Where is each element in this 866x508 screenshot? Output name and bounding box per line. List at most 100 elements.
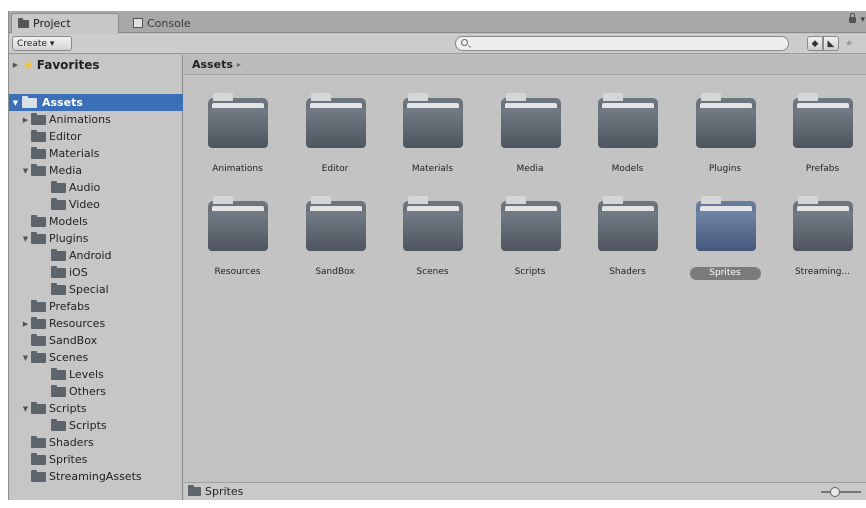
tree-item-label: Video: [69, 198, 100, 211]
folder-label: Resources: [214, 267, 261, 277]
tree-item-scenes[interactable]: ▼ Scenes: [9, 349, 183, 366]
tab-project-label: Project: [33, 17, 71, 30]
folder-icon: [51, 282, 66, 295]
tree-item-special[interactable]: Special: [9, 281, 183, 298]
search-by-type-icon: ◆: [811, 38, 819, 49]
folder-icon: [188, 485, 201, 496]
panel-menu-icon[interactable]: ▾: [860, 15, 865, 25]
tree-item-label: Audio: [69, 181, 101, 194]
tree-item-sandbox[interactable]: SandBox: [9, 332, 183, 349]
tab-console-label: Console: [147, 16, 191, 30]
folder-icon: [51, 180, 66, 193]
folder-icon: [31, 214, 46, 227]
tree-item-video[interactable]: Video: [9, 196, 183, 213]
search-input[interactable]: [455, 36, 789, 51]
folder-icon: [31, 163, 46, 176]
tree-item-label: Editor: [49, 130, 82, 143]
folder-item[interactable]: Shaders: [580, 181, 675, 291]
collapse-arrow-icon[interactable]: ▼: [11, 98, 20, 107]
folder-icon: [22, 95, 37, 108]
folder-icon: [18, 17, 29, 28]
zoom-slider[interactable]: [821, 487, 861, 497]
expand-arrow-icon[interactable]: ▶: [21, 319, 30, 328]
collapse-arrow-icon[interactable]: ▼: [21, 353, 30, 362]
favorites-section[interactable]: ▶ ★ Favorites: [9, 55, 183, 75]
folder-icon: [31, 231, 46, 244]
create-button-label: Create: [17, 38, 47, 49]
tree-item-levels[interactable]: Levels: [9, 366, 183, 383]
create-button[interactable]: Create ▾: [12, 36, 72, 51]
folder-icon: [31, 129, 46, 142]
collapse-arrow-icon[interactable]: ▼: [21, 404, 30, 413]
folder-icon: [31, 146, 46, 159]
folder-item[interactable]: Streaming...: [775, 181, 866, 291]
collapse-arrow-icon[interactable]: ▼: [21, 166, 30, 175]
folder-label: Media: [516, 164, 544, 174]
folder-icon: [31, 350, 46, 363]
folder-item[interactable]: Plugins: [678, 78, 773, 188]
tree-item-resources[interactable]: ▶ Resources: [9, 315, 183, 332]
tree-item-sprites[interactable]: Sprites: [9, 451, 183, 468]
folder-icon: [500, 196, 561, 251]
folder-item[interactable]: Editor: [288, 78, 383, 188]
folder-label: Prefabs: [805, 164, 840, 174]
tree-item-scripts[interactable]: ▼ Scripts: [9, 400, 183, 417]
folder-label: SandBox: [315, 267, 355, 277]
folder-item[interactable]: SandBox: [288, 181, 383, 291]
folder-item[interactable]: Resources: [190, 181, 285, 291]
folder-label: Materials: [411, 164, 454, 174]
folder-item[interactable]: Materials: [385, 78, 480, 188]
status-bar: Sprites: [184, 482, 866, 500]
expand-arrow-icon[interactable]: ▶: [21, 115, 30, 124]
folder-item[interactable]: Prefabs: [775, 78, 866, 188]
folder-icon: [793, 196, 853, 251]
folder-item[interactable]: Media: [483, 78, 578, 188]
folder-item[interactable]: Animations: [190, 78, 285, 188]
tab-project[interactable]: Project: [11, 13, 119, 33]
folder-item[interactable]: Scenes: [385, 181, 480, 291]
tree-item-android[interactable]: Android: [9, 247, 183, 264]
tree-item-media[interactable]: ▼ Media: [9, 162, 183, 179]
tree-item-prefabs[interactable]: Prefabs: [9, 298, 183, 315]
folder-icon: [305, 93, 366, 148]
tree-item-others[interactable]: Others: [9, 383, 183, 400]
expand-arrow-icon[interactable]: ▶: [11, 61, 20, 70]
tree-item-editor[interactable]: Editor: [9, 128, 183, 145]
zoom-slider-thumb[interactable]: [830, 487, 840, 497]
search-by-type-button[interactable]: ◆: [807, 36, 823, 51]
tree-item-label: Scripts: [69, 419, 107, 432]
folder-label: Scripts: [514, 267, 546, 277]
search-by-label-button[interactable]: ◣: [823, 36, 839, 51]
tree-item-ios[interactable]: iOS: [9, 264, 183, 281]
tree-item-shaders[interactable]: Shaders: [9, 434, 183, 451]
tree-item-animations[interactable]: ▶ Animations: [9, 111, 183, 128]
collapse-arrow-icon[interactable]: ▼: [21, 234, 30, 243]
search-icon: [461, 39, 468, 46]
tab-bar: Project Console ▾: [9, 11, 866, 33]
tree-item-assets[interactable]: ▼ Assets: [9, 94, 183, 111]
folder-item[interactable]: Scripts: [483, 181, 578, 291]
folder-label: Shaders: [609, 267, 646, 277]
lock-icon[interactable]: [849, 13, 856, 23]
tree-item-plugins[interactable]: ▼ Plugins: [9, 230, 183, 247]
folder-icon: [51, 418, 66, 431]
folder-icon: [695, 93, 756, 148]
tree-item-streamingassets[interactable]: StreamingAssets: [9, 468, 183, 485]
folder-item[interactable]: Models: [580, 78, 675, 188]
tree-item-scripts[interactable]: Scripts: [9, 417, 183, 434]
tree-item-models[interactable]: Models: [9, 213, 183, 230]
folder-icon: [31, 316, 46, 329]
folder-icon: [793, 93, 853, 148]
search-by-label-icon: ◣: [827, 38, 835, 49]
tree-item-audio[interactable]: Audio: [9, 179, 183, 196]
folder-icon: [403, 196, 463, 251]
tree-item-label: Assets: [42, 96, 83, 109]
folder-icon: [31, 435, 46, 448]
tab-console[interactable]: Console: [127, 13, 217, 33]
save-search-button[interactable]: ★: [841, 36, 857, 51]
folder-icon: [305, 196, 366, 251]
tree-item-label: Scripts: [49, 402, 87, 415]
folder-item[interactable]: Sprites: [678, 181, 773, 291]
tree-item-materials[interactable]: Materials: [9, 145, 183, 162]
breadcrumb-assets[interactable]: Assets: [192, 58, 233, 71]
